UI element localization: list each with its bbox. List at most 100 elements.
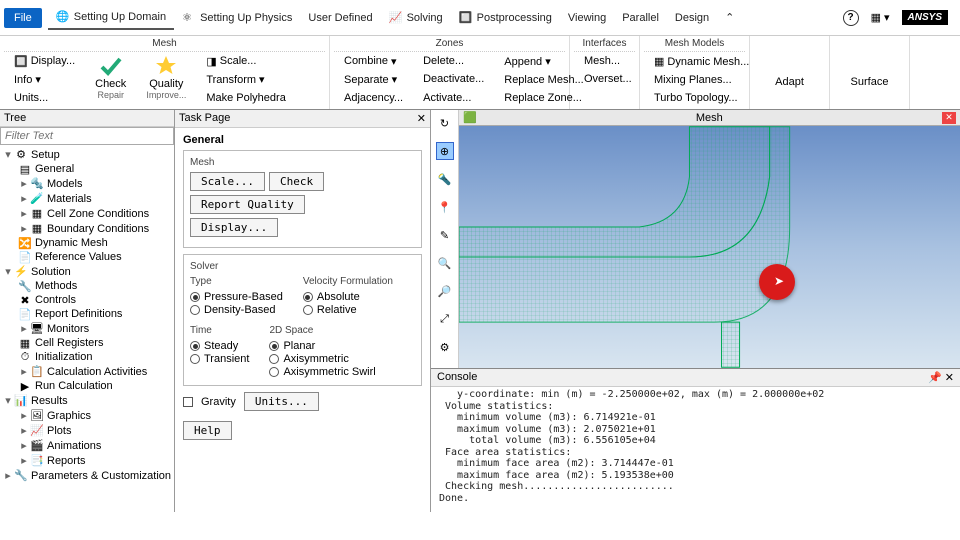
transient-radio[interactable]: Transient: [190, 353, 249, 365]
report-quality-btn[interactable]: Report Quality: [190, 195, 305, 214]
activate-button[interactable]: Activate...: [419, 90, 488, 106]
tab-design[interactable]: Design: [667, 8, 717, 28]
surface-button[interactable]: Surface: [847, 56, 893, 90]
ansys-logo: ANSYS: [902, 10, 948, 25]
tree-init[interactable]: ⏱Initialization: [0, 350, 174, 364]
console-output: y-coordinate: min (m) = -2.250000e+02, m…: [431, 387, 960, 506]
density-based-radio[interactable]: Density-Based: [190, 304, 283, 316]
ribbon-group-mesh-models: Mesh Models: [644, 38, 745, 52]
turbo-button[interactable]: Turbo Topology...: [650, 90, 753, 106]
separate-button[interactable]: Separate ▾: [340, 71, 407, 88]
tree-ca[interactable]: ▸📋Calculation Activities: [0, 364, 174, 379]
file-menu[interactable]: File: [4, 8, 42, 28]
check-btn[interactable]: Check: [269, 172, 324, 191]
tab-viewing[interactable]: Viewing: [560, 8, 614, 28]
tab-setting-up-physics[interactable]: ⚛Setting Up Physics: [174, 7, 300, 29]
adapt-button[interactable]: Adapt: [771, 56, 808, 90]
tree-results[interactable]: ▾📊Results: [0, 393, 174, 408]
steady-radio[interactable]: Steady: [190, 340, 249, 352]
tree-general[interactable]: ▤General: [0, 162, 174, 176]
select-icon[interactable]: ⊕: [436, 142, 454, 160]
pressure-based-radio[interactable]: Pressure-Based: [190, 291, 283, 303]
tree-plots[interactable]: ▸📈Plots: [0, 423, 174, 438]
tree-methods[interactable]: 🔧Methods: [0, 279, 174, 293]
tab-close[interactable]: ⌃: [717, 7, 742, 28]
fit-icon[interactable]: ⤢: [436, 310, 454, 328]
tree-materials[interactable]: ▸🧪Materials: [0, 191, 174, 206]
rotate-icon[interactable]: ↻: [436, 114, 454, 132]
tree-cr[interactable]: ▦Cell Registers: [0, 336, 174, 350]
cr-icon: ▦: [18, 337, 32, 349]
mesh-viewport[interactable]: ➤: [459, 126, 960, 368]
tree-setup[interactable]: ▾⚙Setup: [0, 147, 174, 162]
tree-dm[interactable]: 🔀Dynamic Mesh: [0, 236, 174, 250]
units-btn[interactable]: Units...: [244, 392, 319, 411]
absolute-radio[interactable]: Absolute: [303, 291, 393, 303]
tab-solving[interactable]: 📈Solving: [381, 7, 451, 29]
mixing-planes-button[interactable]: Mixing Planes...: [650, 72, 753, 88]
polyhedra-button[interactable]: Make Polyhedra: [202, 90, 290, 106]
dynamic-mesh-button[interactable]: ▦ Dynamic Mesh...: [650, 53, 753, 70]
tab-parallel[interactable]: Parallel: [614, 8, 667, 28]
interface-mesh-button[interactable]: Mesh...: [580, 53, 636, 69]
monitors-icon: 🖥: [30, 323, 44, 335]
tree-czc[interactable]: ▸▦Cell Zone Conditions: [0, 206, 174, 221]
axiswirl-radio[interactable]: Axisymmetric Swirl: [269, 366, 375, 378]
gravity-checkbox[interactable]: [183, 397, 193, 407]
tree-solution[interactable]: ▾⚡Solution: [0, 264, 174, 279]
tree-controls[interactable]: ✖Controls: [0, 293, 174, 307]
pencil-icon[interactable]: ✎: [436, 226, 454, 244]
combine-button[interactable]: Combine ▾: [340, 53, 407, 70]
overset-button[interactable]: Overset...: [580, 71, 636, 87]
gravity-label: Gravity: [201, 396, 236, 408]
deactivate-button[interactable]: Deactivate...: [419, 71, 488, 87]
delete-button[interactable]: Delete...: [419, 53, 488, 69]
tree-animations[interactable]: ▸🎬Animations: [0, 438, 174, 453]
cursor-highlight: ➤: [759, 264, 795, 300]
rc-icon: ▶: [18, 380, 32, 392]
tab-setting-up-domain[interactable]: 🌐Setting Up Domain: [48, 6, 174, 30]
axisymmetric-radio[interactable]: Axisymmetric: [269, 353, 375, 365]
tree-rd[interactable]: 📄Report Definitions: [0, 307, 174, 321]
tree-models[interactable]: ▸🔩Models: [0, 176, 174, 191]
viewer-tab-mesh[interactable]: Mesh: [483, 112, 936, 124]
viewer-close-icon[interactable]: ✕: [942, 112, 956, 124]
help-btn[interactable]: Help: [183, 421, 232, 440]
tab-postprocessing[interactable]: 🔲Postprocessing: [451, 7, 560, 29]
tree-pc[interactable]: ▸🔧Parameters & Customization: [0, 468, 174, 483]
zoom-in-icon[interactable]: 🔍: [436, 254, 454, 272]
tree-bc[interactable]: ▸▦Boundary Conditions: [0, 221, 174, 236]
console-pin-icon[interactable]: 📌 ✕: [928, 371, 954, 384]
scale-btn[interactable]: Scale...: [190, 172, 265, 191]
tree-filter-input[interactable]: [0, 127, 174, 145]
scale-button[interactable]: ◨ Scale...: [202, 53, 290, 70]
adjacency-button[interactable]: Adjacency...: [340, 90, 407, 106]
tab-user-defined[interactable]: User Defined: [300, 8, 380, 28]
check-button[interactable]: Check Repair: [85, 52, 136, 107]
flashlight-icon[interactable]: 🔦: [436, 170, 454, 188]
mesh-graphic: [459, 126, 960, 368]
help-icon[interactable]: ?: [843, 10, 859, 26]
display-button[interactable]: 🔲 Display...: [10, 53, 79, 70]
relative-radio[interactable]: Relative: [303, 304, 393, 316]
tree-graphics[interactable]: ▸🖼Graphics: [0, 408, 174, 423]
ribbon-group-interfaces: Interfaces: [574, 38, 635, 52]
planar-radio[interactable]: Planar: [269, 340, 375, 352]
probe-icon[interactable]: 📍: [436, 198, 454, 216]
tree-rc[interactable]: ▶Run Calculation: [0, 379, 174, 393]
layout-icon[interactable]: ▦ ▾: [871, 11, 890, 24]
tree-rv[interactable]: 📄Reference Values: [0, 250, 174, 264]
tree-reports[interactable]: ▸📑Reports: [0, 453, 174, 468]
tree-monitors[interactable]: ▸🖥Monitors: [0, 321, 174, 336]
settings-icon[interactable]: ⚙: [436, 338, 454, 356]
console-title: Console: [437, 371, 477, 384]
task-heading: General: [183, 134, 422, 146]
info-button[interactable]: Info ▾: [10, 71, 79, 88]
zoom-out-icon[interactable]: 🔎: [436, 282, 454, 300]
units-button[interactable]: Units...: [10, 90, 79, 106]
transform-button[interactable]: Transform ▾: [202, 71, 290, 88]
quality-button[interactable]: Quality Improve...: [136, 52, 196, 107]
solving-icon: 📈: [389, 11, 403, 25]
task-close-icon[interactable]: ✕: [417, 112, 426, 125]
display-btn[interactable]: Display...: [190, 218, 278, 237]
